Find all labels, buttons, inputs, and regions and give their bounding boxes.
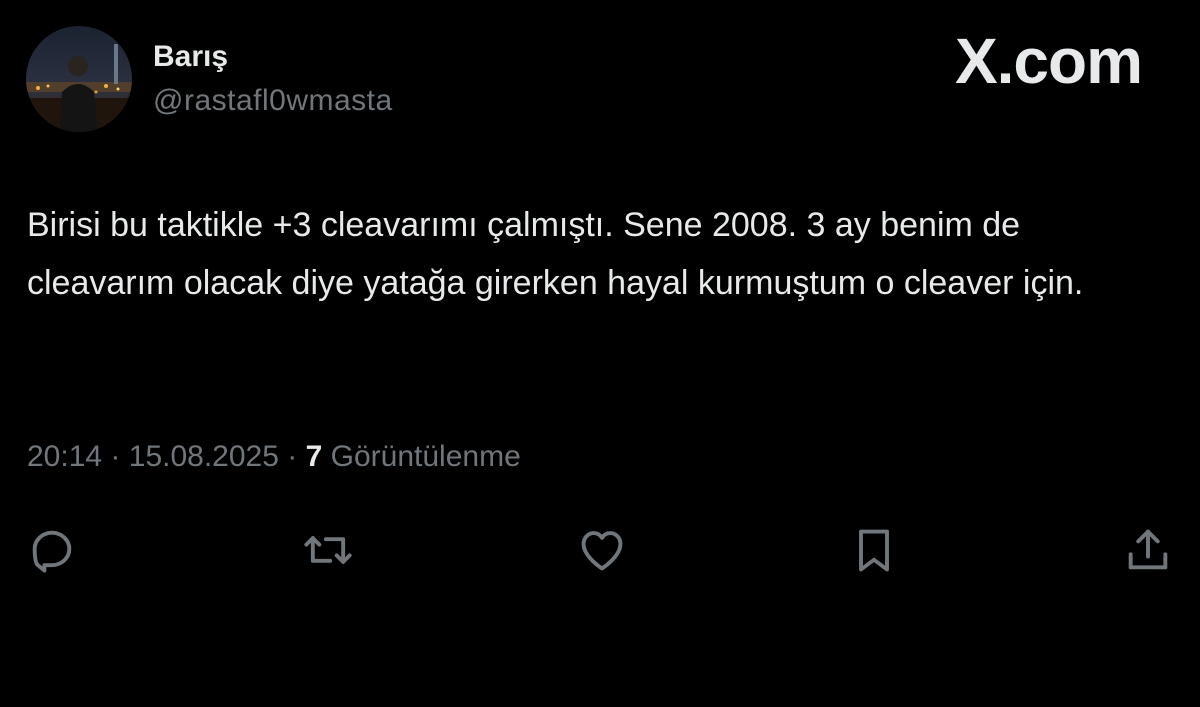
reply-button[interactable] (22, 520, 82, 580)
repost-button[interactable] (298, 520, 358, 580)
repost-icon (304, 536, 352, 564)
reply-icon (32, 530, 72, 573)
action-bar (0, 520, 1200, 580)
tweet-meta: 20:14 · 15.08.2025 · 7 Görüntülenme (27, 440, 521, 474)
share-icon (1128, 529, 1168, 570)
brand-logo: X.com (954, 25, 1143, 97)
avatar[interactable] (26, 26, 132, 132)
tweet-date[interactable]: 15.08.2025 (129, 440, 279, 473)
tweet-text: Birisi bu taktikle +3 cleavarımı çalmışt… (27, 206, 1084, 302)
meta-separator: · (110, 440, 121, 473)
avatar-image (26, 26, 132, 132)
views-label: Görüntülenme (330, 440, 521, 473)
views-count: 7 (305, 440, 323, 473)
heart-icon (581, 531, 623, 571)
author-handle[interactable]: @rastafl0wmasta (153, 84, 393, 118)
bookmark-button[interactable] (844, 520, 904, 580)
meta-separator: · (287, 440, 298, 473)
tweet-time[interactable]: 20:14 (27, 440, 102, 473)
tweet-card: Barış @rastafl0wmasta X.com Birisi bu ta… (0, 0, 1200, 707)
author-display-name[interactable]: Barış (153, 40, 228, 74)
bookmark-icon (859, 529, 889, 572)
share-button[interactable] (1118, 520, 1178, 580)
like-button[interactable] (572, 520, 632, 580)
